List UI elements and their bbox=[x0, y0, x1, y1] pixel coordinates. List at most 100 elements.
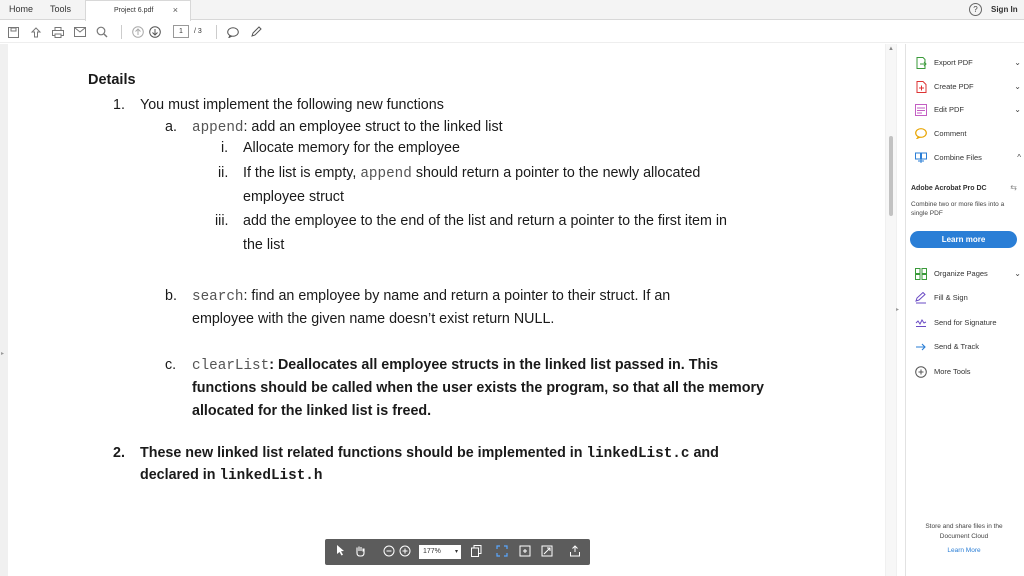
tool-fill-sign[interactable]: Fill & Sign bbox=[915, 290, 1021, 306]
roman-item-continuation: the list bbox=[243, 237, 285, 253]
zoom-level-value: 177% bbox=[423, 548, 441, 555]
sublist-item-continuation: functions should be called when the user… bbox=[192, 380, 764, 396]
tool-label: Send & Track bbox=[934, 342, 980, 351]
tool-label: Organize Pages bbox=[934, 269, 988, 278]
vertical-scrollbar[interactable]: ▲ bbox=[886, 44, 896, 576]
promo-share-icon[interactable]: ⇆ bbox=[1010, 183, 1017, 192]
text-fragment: declared in bbox=[140, 467, 216, 483]
sublist-letter: b. bbox=[165, 288, 177, 304]
floating-toolbar: 177% ▾ bbox=[325, 539, 590, 565]
help-icon[interactable]: ? bbox=[969, 3, 982, 16]
section-heading: Details bbox=[88, 72, 136, 88]
scroll-up-icon[interactable]: ▲ bbox=[888, 46, 894, 52]
zoom-in-icon[interactable] bbox=[398, 545, 412, 559]
chevron-down-icon[interactable]: ⌄ bbox=[1014, 55, 1021, 71]
chevron-up-icon[interactable]: ^ bbox=[1017, 150, 1021, 166]
send-track-icon bbox=[915, 341, 927, 353]
pdf-page: Details 1. You must implement the follow… bbox=[8, 44, 885, 576]
page-down-icon[interactable] bbox=[148, 25, 162, 39]
code-append: append bbox=[360, 166, 412, 182]
select-cursor-icon[interactable] bbox=[333, 545, 347, 559]
combine-files-icon bbox=[915, 152, 927, 164]
upload-icon[interactable] bbox=[29, 25, 43, 39]
share-icon[interactable] bbox=[568, 545, 582, 559]
tool-label: More Tools bbox=[934, 367, 971, 376]
export-pdf-icon bbox=[915, 57, 927, 69]
tool-organize-pages[interactable]: Organize Pages ⌄ bbox=[915, 266, 1021, 282]
search-icon[interactable] bbox=[95, 25, 109, 39]
sublist-item-continuation: employee with the given name doesn’t exi… bbox=[192, 311, 555, 327]
tab-tools[interactable]: Tools bbox=[50, 0, 71, 20]
tool-send-for-signature[interactable]: Send for Signature bbox=[915, 315, 1021, 331]
full-screen-icon[interactable] bbox=[540, 545, 554, 559]
learn-more-button[interactable]: Learn more bbox=[910, 231, 1017, 248]
tool-label: Edit PDF bbox=[934, 105, 965, 114]
roman-number: iii. bbox=[215, 213, 229, 229]
tool-label: Combine Files bbox=[934, 153, 982, 162]
scrollbar-thumb[interactable] bbox=[889, 136, 893, 216]
close-tab-icon[interactable]: × bbox=[173, 1, 178, 20]
tool-more-tools[interactable]: More Tools bbox=[915, 364, 1021, 380]
tool-comment[interactable]: Comment bbox=[915, 126, 1021, 142]
left-collapse-arrow-icon[interactable]: ▸ bbox=[1, 350, 4, 357]
document-area: ▸ Details 1. You must implement the foll… bbox=[0, 44, 897, 576]
zoom-out-icon[interactable] bbox=[382, 545, 396, 559]
organize-pages-icon bbox=[915, 268, 927, 280]
code-search: search bbox=[192, 289, 244, 305]
chevron-down-icon[interactable]: ⌄ bbox=[1014, 266, 1021, 282]
chevron-down-icon: ▾ bbox=[454, 549, 458, 555]
search-description: : find an employee by name and return a … bbox=[243, 288, 671, 304]
right-collapse-arrow-icon[interactable]: ▸ bbox=[896, 306, 899, 313]
sublist-item-append: append: add an employee struct to the li… bbox=[192, 119, 503, 136]
roman-item-text: If the list is empty, append should retu… bbox=[243, 165, 700, 182]
list-item-text: You must implement the following new fun… bbox=[140, 97, 444, 113]
roman-item-text: Allocate memory for the employee bbox=[243, 140, 460, 156]
tool-label: Send for Signature bbox=[934, 318, 997, 327]
comment-tool-icon bbox=[915, 128, 927, 140]
sign-in-link[interactable]: Sign In bbox=[991, 0, 1018, 20]
toolbar-divider bbox=[216, 25, 217, 39]
current-page-input[interactable]: 1 bbox=[173, 25, 189, 38]
rotate-page-icon[interactable] bbox=[518, 545, 532, 559]
code-append: append bbox=[192, 120, 244, 136]
chevron-down-icon[interactable]: ⌄ bbox=[1014, 79, 1021, 95]
tab-home[interactable]: Home bbox=[9, 0, 33, 20]
promo-title: Adobe Acrobat Pro DC bbox=[911, 185, 987, 192]
roman-item-text: add the employee to the end of the list … bbox=[243, 213, 728, 229]
tab-bar: Home Tools Project 6.pdf × ? Sign In bbox=[0, 0, 1024, 21]
zoom-level-select[interactable]: 177% ▾ bbox=[419, 545, 461, 559]
save-icon[interactable] bbox=[6, 25, 20, 39]
copy-page-icon[interactable] bbox=[469, 545, 483, 559]
comment-icon[interactable] bbox=[226, 25, 240, 39]
sublist-item-continuation: allocated for the linked list is freed. bbox=[192, 403, 432, 419]
tab-document[interactable]: Project 6.pdf × bbox=[85, 0, 191, 21]
tool-create-pdf[interactable]: Create PDF ⌄ bbox=[915, 79, 1021, 95]
document-cloud-learn-more-link[interactable]: Learn More bbox=[914, 547, 1014, 554]
roman-item-continuation: employee struct bbox=[243, 189, 344, 205]
chevron-down-icon[interactable]: ⌄ bbox=[1014, 102, 1021, 118]
document-cloud-text: Store and share files in the Document Cl… bbox=[925, 523, 1003, 540]
send-signature-icon bbox=[915, 317, 927, 329]
email-icon[interactable] bbox=[73, 25, 87, 39]
create-pdf-icon bbox=[915, 81, 927, 93]
text-fragment: and bbox=[693, 445, 719, 461]
tool-combine-files[interactable]: Combine Files ^ bbox=[915, 150, 1021, 166]
main-toolbar: 1 / 3 bbox=[0, 21, 1024, 43]
code-clearlist: clearList bbox=[192, 358, 270, 374]
fit-page-icon[interactable] bbox=[495, 545, 509, 559]
tool-export-pdf[interactable]: Export PDF ⌄ bbox=[915, 55, 1021, 71]
hand-tool-icon[interactable] bbox=[353, 545, 367, 559]
toolbar-divider bbox=[121, 25, 122, 39]
tool-edit-pdf[interactable]: Edit PDF ⌄ bbox=[915, 102, 1021, 118]
page-up-icon[interactable] bbox=[131, 25, 145, 39]
list-number: 2. bbox=[113, 445, 125, 461]
pen-icon[interactable] bbox=[249, 25, 263, 39]
sublist-letter: c. bbox=[165, 357, 177, 373]
clearlist-description: : Deallocates all employee structs in th… bbox=[269, 357, 719, 373]
sublist-item-clearlist: clearList: Deallocates all employee stru… bbox=[192, 357, 718, 374]
tool-send-track[interactable]: Send & Track bbox=[915, 339, 1021, 355]
list-item-text: These new linked list related functions … bbox=[140, 445, 719, 462]
total-pages: / 3 bbox=[194, 28, 202, 35]
tool-label: Export PDF bbox=[934, 58, 973, 67]
print-icon[interactable] bbox=[51, 25, 65, 39]
